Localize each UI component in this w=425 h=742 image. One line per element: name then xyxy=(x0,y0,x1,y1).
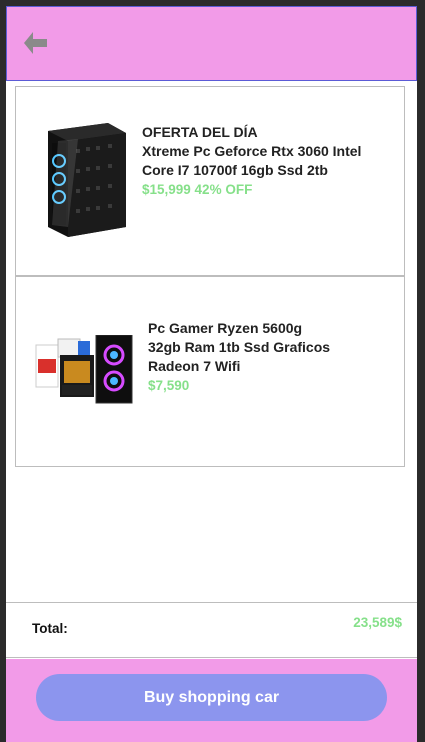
pc-components-bundle-image xyxy=(35,335,133,404)
item-price: $7,590 xyxy=(148,378,190,393)
cart-item[interactable]: Pc Gamer Ryzen 5600g 32gb Ram 1tb Ssd Gr… xyxy=(15,276,405,467)
item-title-line: 32gb Ram 1tb Ssd Graficos xyxy=(148,339,331,355)
item-title-line: OFERTA DEL DÍA xyxy=(142,124,258,140)
item-title-line: Core I7 10700f 16gb Ssd 2tb xyxy=(142,162,328,178)
cart-screen: OFERTA DEL DÍA Xtreme Pc Geforce Rtx 306… xyxy=(6,6,417,742)
item-title-line: Xtreme Pc Geforce Rtx 3060 Intel xyxy=(142,143,362,159)
cart-summary: Total: 23,589$ xyxy=(6,602,417,658)
gaming-pc-tower-image xyxy=(48,123,126,237)
item-price: $15,999 42% OFF xyxy=(142,182,253,197)
arrow-left-icon[interactable] xyxy=(21,29,51,57)
total-label: Total: xyxy=(32,621,68,636)
buy-shopping-car-button[interactable]: Buy shopping car xyxy=(36,674,387,721)
item-info: OFERTA DEL DÍA Xtreme Pc Geforce Rtx 306… xyxy=(142,123,397,199)
cart-item[interactable]: OFERTA DEL DÍA Xtreme Pc Geforce Rtx 306… xyxy=(15,86,405,276)
app-header xyxy=(6,6,417,81)
item-title-line: Pc Gamer Ryzen 5600g xyxy=(148,320,303,336)
item-info: Pc Gamer Ryzen 5600g 32gb Ram 1tb Ssd Gr… xyxy=(148,319,393,395)
footer-bar: Buy shopping car xyxy=(6,659,417,742)
total-value: 23,589$ xyxy=(353,615,402,630)
item-title-line: Radeon 7 Wifi xyxy=(148,358,241,374)
